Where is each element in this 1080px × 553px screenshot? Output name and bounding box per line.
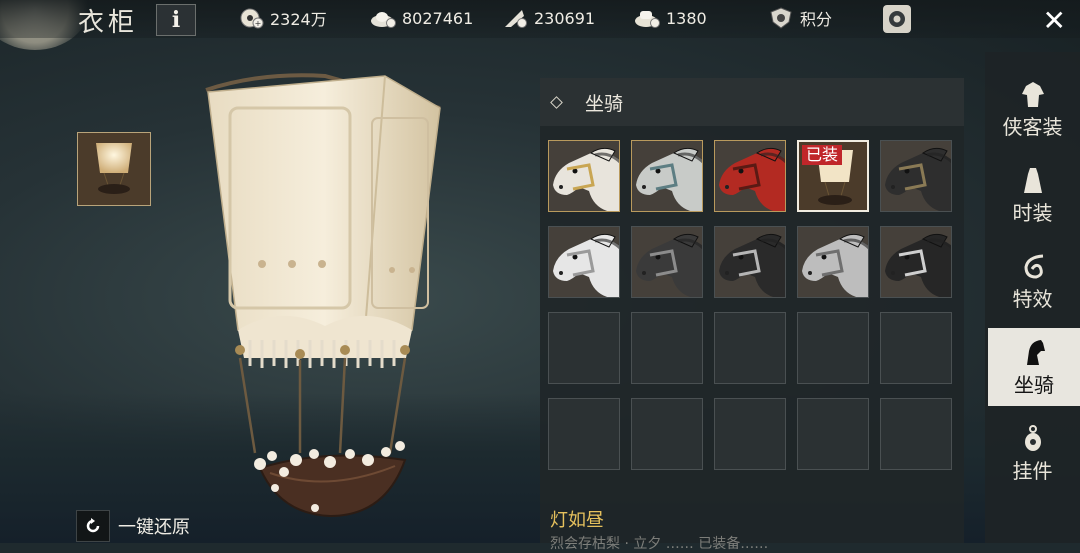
sidebar-tab-label: 时装 [1012,200,1053,225]
currency-gold: 1380 [634,6,707,30]
sidebar-tab-4[interactable]: 坐骑 [988,328,1080,406]
horse-head-art [549,227,619,297]
horse-head-art [715,141,785,211]
sidebar-tab-label: 特效 [1012,286,1053,311]
feather-token-icon [505,10,527,28]
diamond-bullet-icon [550,95,563,109]
currency-silver: 8027461 [370,6,473,30]
sidebar-tab-5[interactable]: 挂件 [985,414,1080,492]
points-button[interactable]: 积分 [768,6,832,30]
equipped-badge: 已装 [802,145,843,165]
empty-slot [797,398,869,470]
mount-dark-armored-horse[interactable] [631,226,703,298]
reset-control: 一键还原 [76,510,190,542]
reset-label[interactable]: 一键还原 [118,513,190,539]
currency-feather: 230691 [502,6,595,30]
wardrobe-panel: 坐骑 已装 灯如昼 烈会存枯梨 · 立夕 …… 已装备…… [540,78,964,552]
svg-text:+: + [255,19,262,28]
sidebar-tab-label: 侠客装 [1002,114,1063,139]
mount-red-horse[interactable] [714,140,786,212]
page-title: 衣柜 [78,8,139,38]
silver-ingot-icon [371,12,396,28]
coin-icon: + [240,8,264,29]
settings-emblem-icon[interactable] [880,4,914,34]
mount-white-horse[interactable] [548,226,620,298]
selected-item-name: 灯如昼 [550,510,604,531]
empty-slot [631,398,703,470]
horse-head-art [715,227,785,297]
category-sidebar: 侠客装时装特效坐骑挂件 [985,52,1080,543]
silver-amount: 8027461 [402,8,474,28]
mount-grey-bridled-horse[interactable] [797,226,869,298]
selected-item-desc: 烈会存枯梨 · 立夕 …… 已装备…… [550,536,769,552]
mount-black-bridled-horse[interactable] [880,226,952,298]
close-icon[interactable]: ✕ [1043,4,1066,37]
gold-amount: 1380 [666,8,707,28]
pendant-icon [1024,424,1041,451]
sidebar-tab-label: 坐骑 [1014,372,1054,397]
horse-head-art [881,227,951,297]
lantern-thumb-icon [78,133,150,205]
gold-ingot-icon [635,11,660,28]
sky-lantern-illustration [205,73,441,518]
info-button[interactable]: i [156,4,196,36]
mount-white-gold-horse[interactable] [548,140,620,212]
sidebar-tab-2[interactable]: 时装 [985,156,1080,234]
category-title: 坐骑 [585,92,624,115]
category-header: 坐骑 [540,78,964,126]
coin-amount: 2324万 [270,10,327,29]
currency-coins: + 2324万 [238,6,327,30]
effect-swirl-icon [1023,254,1043,279]
mount-grid: 已装 [548,140,952,470]
undo-icon [86,518,100,533]
mount-black-plated-horse[interactable] [714,226,786,298]
equipped-preview-thumb[interactable] [77,132,151,206]
horse-head-icon [1027,339,1045,365]
sidebar-tab-label: 挂件 [1012,458,1053,483]
robe-icon [1021,81,1044,107]
horse-head-art [549,141,619,211]
horse-head-art [632,227,702,297]
reset-button[interactable] [76,510,110,542]
mount-grey-armored-horse[interactable] [631,140,703,212]
horse-head-art [798,227,868,297]
shield-points-icon [770,7,792,29]
empty-slot [548,312,620,384]
mount-black-horse[interactable] [880,140,952,212]
horse-head-art [881,141,951,211]
horse-head-art [632,141,702,211]
empty-slot [714,398,786,470]
sidebar-tab-3[interactable]: 特效 [985,242,1080,320]
empty-slot [631,312,703,384]
sidebar-tab-1[interactable]: 侠客装 [985,70,1080,148]
points-label: 积分 [800,10,833,29]
empty-slot [880,398,952,470]
empty-slot [797,312,869,384]
top-bar: 衣柜 i + 2324万 8027461 230691 1380 积分 ✕ [0,0,1080,38]
empty-slot [714,312,786,384]
mount-3d-preview[interactable] [200,68,450,528]
feather-amount: 230691 [534,8,596,28]
empty-slot [880,312,952,384]
fashion-icon [1023,167,1042,193]
mount-lantern-balloon[interactable]: 已装 [797,140,869,212]
empty-slot [548,398,620,470]
